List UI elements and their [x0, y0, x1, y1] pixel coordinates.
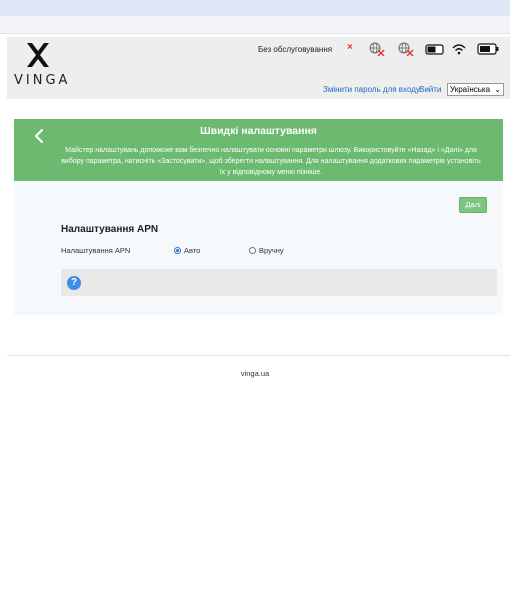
- section-title: Налаштування APN: [61, 224, 159, 235]
- help-bar: ?: [61, 269, 497, 296]
- header: VINGA Без обслуговування × Змінити парол…: [7, 37, 510, 99]
- chevron-down-icon: ⌄: [494, 85, 501, 94]
- apn-manual-label: Вручну: [259, 246, 284, 255]
- sms-icon[interactable]: [425, 42, 445, 56]
- logout-link[interactable]: Вийти: [419, 85, 441, 94]
- wizard-description: Майстер налаштувань допоможе вам безпечн…: [61, 147, 481, 176]
- network-status: Без обслуговування: [258, 45, 333, 54]
- vinga-logo-icon: [27, 43, 49, 67]
- footer-divider: [7, 355, 510, 356]
- apn-panel: Далі Налаштування APN Налаштування APN А…: [14, 181, 503, 315]
- browser-toolbar: [0, 0, 510, 16]
- apn-field-label: Налаштування APN: [61, 246, 131, 255]
- radio-dot: [249, 247, 256, 254]
- apn-auto-label: Авто: [184, 246, 201, 255]
- next-button[interactable]: Далі: [459, 197, 487, 213]
- language-value: Українська: [450, 85, 491, 94]
- language-select[interactable]: Українська ⌄: [447, 83, 504, 96]
- change-password-link[interactable]: Змінити пароль для входу: [323, 85, 420, 94]
- internet-disconnected-icon: [369, 42, 385, 56]
- help-icon[interactable]: ?: [67, 276, 81, 290]
- apn-auto-radio[interactable]: Авто: [174, 246, 200, 255]
- radio-dot: [174, 247, 181, 254]
- footer-site: vinga.ua: [240, 369, 270, 378]
- wizard-banner: Швидкі налаштування Майстер налаштувань …: [14, 119, 503, 181]
- brand-name: VINGA: [14, 73, 71, 88]
- battery-icon: [477, 43, 499, 55]
- browser-bookmarks-bar: [0, 16, 510, 34]
- roaming-disconnected-icon: [398, 42, 414, 56]
- apn-manual-radio[interactable]: Вручну: [249, 246, 284, 255]
- no-sim-icon: ×: [347, 42, 353, 53]
- wifi-icon: [452, 44, 466, 55]
- wizard-title: Швидкі налаштування: [200, 125, 317, 137]
